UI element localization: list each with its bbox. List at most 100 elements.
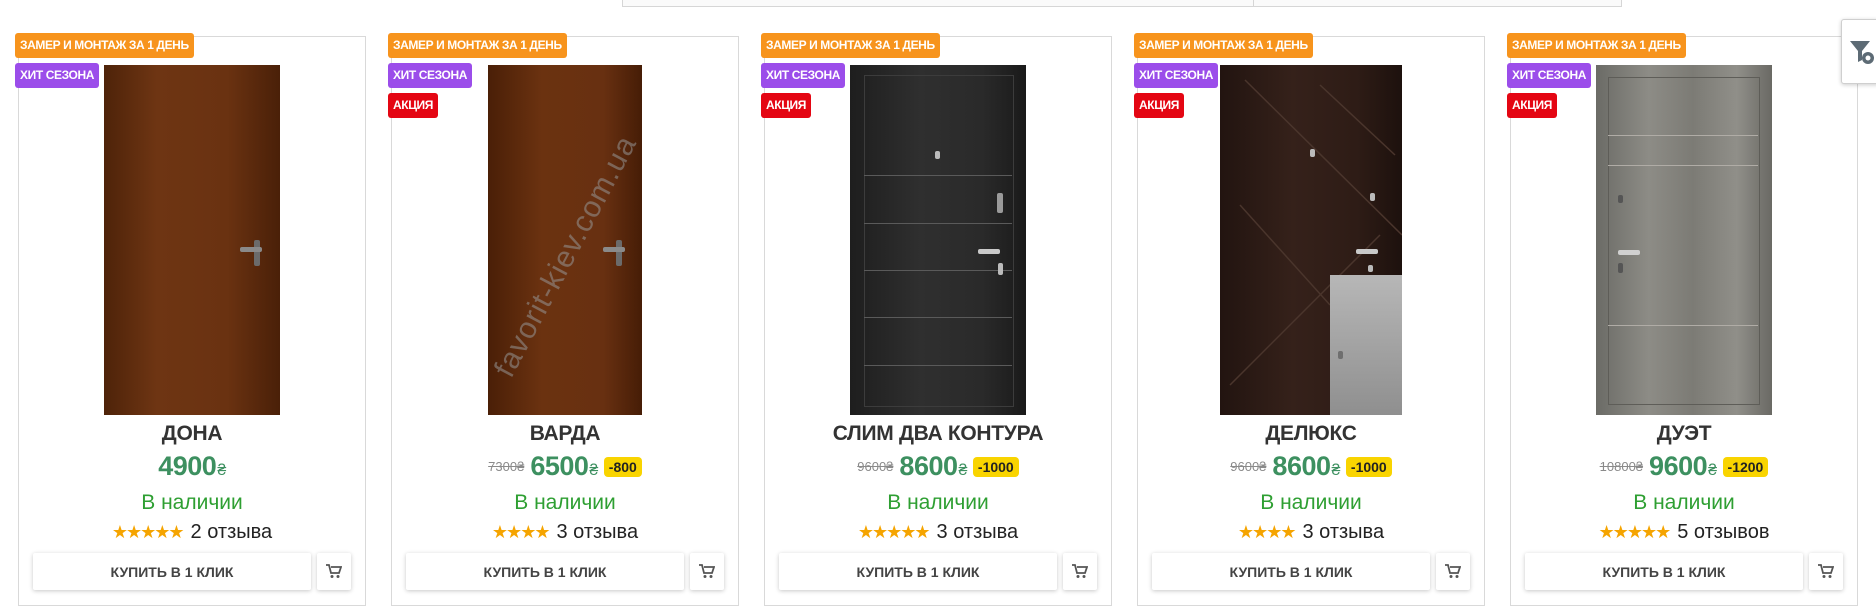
price-row: 7300₴ 6500₴ -800 — [392, 451, 738, 482]
rating[interactable]: ★★★★ 3 отзыва — [392, 521, 738, 544]
old-price: 7300₴ — [488, 459, 525, 474]
product-image-link[interactable] — [19, 65, 365, 415]
product-name[interactable]: СЛИМ ДВА КОНТУРА — [765, 422, 1111, 446]
badge-list: ЗАМЕР И МОНТАЖ ЗА 1 ДЕНЬ ХИТ СЕЗОНА АКЦИ… — [1507, 33, 1686, 118]
badge-hit: ХИТ СЕЗОНА — [15, 63, 99, 88]
door-lock — [1368, 265, 1373, 272]
stock-status: В наличии — [141, 491, 243, 514]
price-row: 4900₴ — [19, 451, 365, 482]
product-image — [104, 65, 280, 415]
buy-actions: КУПИТЬ В 1 КЛИК — [406, 553, 724, 590]
currency-sign: ₴ — [1708, 462, 1717, 479]
current-price: 4900₴ — [158, 451, 226, 482]
door-groove — [864, 270, 1012, 271]
cart-icon — [1072, 564, 1088, 578]
door-lock — [935, 151, 940, 159]
reviews-count[interactable]: 3 отзыва — [937, 521, 1019, 544]
reviews-count[interactable]: 5 отзывов — [1677, 521, 1769, 544]
product-card[interactable]: ЗАМЕР И МОНТАЖ ЗА 1 ДЕНЬ ХИТ СЕЗОНА АКЦИ… — [1507, 33, 1858, 606]
add-to-cart-button[interactable] — [317, 553, 351, 590]
door-lever — [603, 247, 625, 252]
buy-actions: КУПИТЬ В 1 КЛИК — [779, 553, 1097, 590]
door-groove — [864, 175, 1012, 176]
stock-status: В наличии — [887, 491, 989, 514]
price-value: 9600 — [1649, 451, 1708, 481]
door-handle — [254, 240, 260, 266]
rating[interactable]: ★★★★ 3 отзыва — [1138, 521, 1484, 544]
discount-badge: -800 — [603, 456, 642, 477]
product-card[interactable]: ЗАМЕР И МОНТАЖ ЗА 1 ДЕНЬ ХИТ СЕЗОНА АКЦИ… — [1134, 33, 1485, 606]
badge-sale: АКЦИЯ — [1507, 93, 1558, 118]
badge-list: ЗАМЕР И МОНТАЖ ЗА 1 ДЕНЬ ХИТ СЕЗОНА — [15, 33, 194, 88]
product-card[interactable]: ЗАМЕР И МОНТАЖ ЗА 1 ДЕНЬ ХИТ СЕЗОНА АКЦИ… — [388, 33, 739, 606]
door-lock — [1618, 263, 1623, 273]
filter-icon — [1850, 40, 1874, 64]
door-lever — [978, 249, 1000, 254]
product-card[interactable]: ЗАМЕР И МОНТАЖ ЗА 1 ДЕНЬ ХИТ СЕЗОНА ДОНА… — [15, 33, 366, 606]
buy-one-click-button[interactable]: КУПИТЬ В 1 КЛИК — [779, 553, 1057, 590]
current-price: 8600₴ — [1272, 451, 1340, 482]
current-price: 6500₴ — [530, 451, 598, 482]
old-price: 9600₴ — [857, 459, 894, 474]
door-groove — [1608, 325, 1758, 326]
buy-actions: КУПИТЬ В 1 КЛИК — [1525, 553, 1843, 590]
steel-panel — [1330, 275, 1402, 415]
door-lever — [240, 247, 262, 252]
stock-status: В наличии — [1633, 491, 1735, 514]
star-icon: ★★★★ — [1237, 522, 1297, 542]
door-lever — [1618, 250, 1640, 255]
add-to-cart-button[interactable] — [1063, 553, 1097, 590]
badge-hit: ХИТ СЕЗОНА — [388, 63, 472, 88]
product-name[interactable]: ВАРДА — [392, 422, 738, 446]
door-groove — [864, 365, 1012, 366]
discount-badge: -1000 — [972, 456, 1019, 477]
door-lock — [1370, 193, 1375, 201]
badge-sale: АКЦИЯ — [1134, 93, 1185, 118]
currency-sign: ₴ — [958, 462, 968, 479]
door-trim-line — [864, 75, 1014, 407]
reviews-count[interactable]: 2 отзыва — [191, 521, 273, 544]
old-price: 10800₴ — [1599, 459, 1644, 474]
product-name[interactable]: ДЕЛЮКС — [1138, 422, 1484, 446]
product-name[interactable]: ДОНА — [19, 422, 365, 446]
door-lever — [1356, 249, 1378, 254]
current-price: 8600₴ — [899, 451, 968, 482]
price-value: 6500 — [530, 451, 589, 481]
rating[interactable]: ★★★★★ 2 отзыва — [19, 521, 365, 544]
badge-hit: ХИТ СЕЗОНА — [1507, 63, 1591, 88]
discount-badge: -1200 — [1722, 456, 1769, 477]
buy-one-click-button[interactable]: КУПИТЬ В 1 КЛИК — [1152, 553, 1430, 590]
badge-install: ЗАМЕР И МОНТАЖ ЗА 1 ДЕНЬ — [1134, 33, 1313, 58]
reviews-count[interactable]: 3 отзыва — [1302, 521, 1384, 544]
badge-list: ЗАМЕР И МОНТАЖ ЗА 1 ДЕНЬ ХИТ СЕЗОНА АКЦИ… — [1134, 33, 1313, 118]
cart-icon — [326, 564, 342, 578]
stock-status: В наличии — [514, 491, 616, 514]
reviews-count[interactable]: 3 отзыва — [556, 521, 638, 544]
badge-list: ЗАМЕР И МОНТАЖ ЗА 1 ДЕНЬ ХИТ СЕЗОНА АКЦИ… — [388, 33, 567, 118]
buy-one-click-button[interactable]: КУПИТЬ В 1 КЛИК — [33, 553, 311, 590]
currency-sign: ₴ — [217, 462, 226, 479]
door-trim-line — [1608, 77, 1760, 405]
price-row: 9600₴ 8600₴ -1000 — [765, 451, 1111, 482]
buy-one-click-button[interactable]: КУПИТЬ В 1 КЛИК — [406, 553, 684, 590]
add-to-cart-button[interactable] — [690, 553, 724, 590]
price-value: 8600 — [1272, 451, 1331, 481]
door-handle — [616, 240, 622, 266]
cart-icon — [699, 564, 715, 578]
star-icon: ★★★★★ — [1598, 522, 1672, 542]
product-name[interactable]: ДУЭТ — [1511, 422, 1857, 446]
add-to-cart-button[interactable] — [1436, 553, 1470, 590]
door-lock — [998, 263, 1003, 275]
buy-one-click-button[interactable]: КУПИТЬ В 1 КЛИК — [1525, 553, 1803, 590]
badge-hit: ХИТ СЕЗОНА — [1134, 63, 1218, 88]
door-lock — [1618, 195, 1623, 203]
filter-button[interactable] — [1841, 19, 1876, 84]
add-to-cart-button[interactable] — [1809, 553, 1843, 590]
product-card[interactable]: ЗАМЕР И МОНТАЖ ЗА 1 ДЕНЬ ХИТ СЕЗОНА АКЦИ… — [761, 33, 1112, 606]
door-groove — [864, 223, 1012, 224]
door-lock — [1338, 351, 1343, 359]
current-price: 9600₴ — [1649, 451, 1717, 482]
rating[interactable]: ★★★★★ 5 отзывов — [1511, 521, 1857, 544]
toolbar-divider — [1253, 0, 1254, 7]
rating[interactable]: ★★★★★ 3 отзыва — [765, 521, 1111, 544]
